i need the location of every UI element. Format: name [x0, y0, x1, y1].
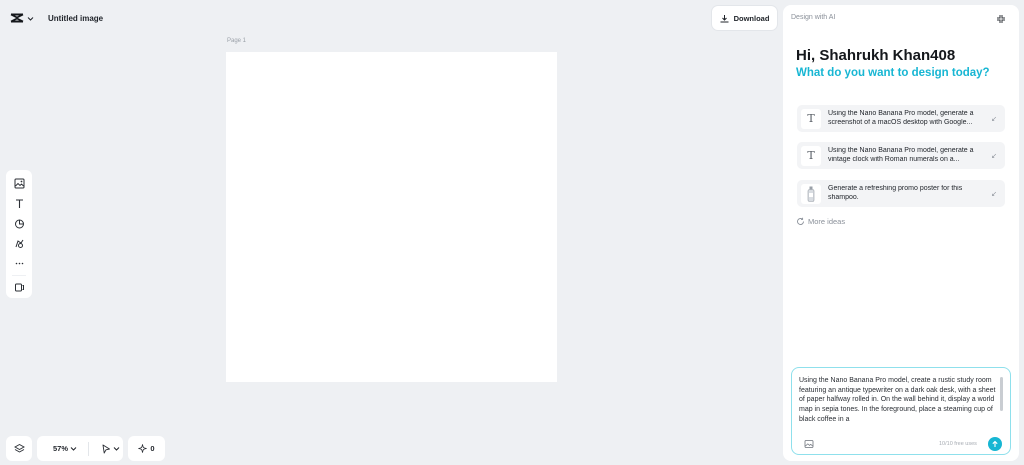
more-ideas-button[interactable]: More ideas	[796, 217, 845, 226]
design-with-ai-panel: Design with AI Hi, Shahrukh Khan408 What…	[783, 5, 1019, 461]
credits-count: 0	[150, 444, 155, 453]
tool-text[interactable]	[9, 194, 29, 213]
arrow-down-left-icon: ↙	[991, 115, 997, 123]
panel-title: Design with AI	[791, 14, 836, 21]
chevron-down-icon	[113, 447, 120, 451]
shampoo-bottle-image	[801, 183, 821, 204]
idea-text: Using the Nano Banana Pro model, generat…	[828, 147, 988, 164]
shapes-tool-icon	[14, 219, 24, 229]
image-tool-icon	[14, 178, 24, 189]
free-uses-counter: 10/10 free uses	[939, 441, 977, 447]
toolbar-divider	[12, 275, 26, 277]
zoom-level: 57%	[53, 444, 69, 453]
more-icon	[15, 262, 23, 264]
app-menu-button[interactable]	[10, 12, 34, 24]
tool-shapes[interactable]	[9, 214, 29, 233]
idea-line: screenshot of a macOS desktop with Googl…	[828, 118, 973, 126]
zoom-divider	[88, 441, 90, 456]
idea-card[interactable]: T Using the Nano Banana Pro model, gener…	[797, 142, 1005, 169]
page-label: Page 1	[227, 38, 247, 44]
arrow-up-icon	[992, 440, 998, 447]
sparkle-icon	[138, 444, 148, 453]
send-button[interactable]	[988, 437, 1002, 451]
tool-templates[interactable]	[9, 278, 29, 297]
download-icon	[720, 14, 729, 22]
capcut-logo-icon	[10, 13, 24, 23]
image-upload-icon	[804, 440, 814, 448]
text-icon: T	[801, 108, 821, 129]
idea-line: Generate a refreshing promo poster for t…	[828, 184, 963, 192]
tool-image[interactable]	[9, 174, 29, 193]
layers-button[interactable]	[6, 436, 32, 461]
idea-card[interactable]: T Using the Nano Banana Pro model, gener…	[797, 105, 1005, 132]
collapse-icon	[997, 15, 1005, 23]
prompt-scrollbar[interactable]	[1000, 377, 1003, 411]
collapse-panel-button[interactable]	[994, 12, 1008, 26]
prompt-input[interactable]: Using the Nano Banana Pro model, create …	[799, 376, 999, 426]
greeting-heading: Hi, Shahrukh Khan408	[796, 47, 956, 64]
text-tool-icon	[15, 199, 23, 209]
top-left-bar: Untitled image	[6, 7, 107, 29]
download-label: Download	[733, 13, 770, 23]
upload-image-button[interactable]	[801, 436, 817, 452]
chevron-down-icon	[27, 16, 34, 21]
tool-elements[interactable]	[9, 234, 29, 253]
zoom-dropdown[interactable]: 57%	[53, 444, 77, 453]
canvas-page[interactable]	[226, 52, 557, 382]
greeting-subtitle: What do you want to design today?	[796, 67, 990, 79]
idea-line: shampoo.	[828, 193, 859, 201]
refresh-icon	[797, 217, 804, 225]
pointer-mode-dropdown[interactable]	[101, 444, 120, 454]
idea-line: Using the Nano Banana Pro model, generat…	[828, 109, 974, 117]
pointer-icon	[102, 444, 110, 453]
layers-icon	[13, 443, 25, 453]
download-button[interactable]: Download	[712, 6, 777, 30]
chevron-down-icon	[70, 447, 77, 451]
text-icon: T	[801, 145, 821, 166]
zoom-controls: 57%	[37, 436, 123, 461]
arrow-down-left-icon: ↙	[991, 190, 997, 198]
idea-text: Generate a refreshing promo poster for t…	[828, 185, 988, 202]
tool-more[interactable]	[9, 253, 29, 272]
idea-line: Using the Nano Banana Pro model, generat…	[828, 146, 974, 154]
document-title[interactable]: Untitled image	[48, 14, 103, 23]
idea-line: vintage clock with Roman numerals on a..…	[828, 155, 960, 163]
more-ideas-label: More ideas	[808, 217, 846, 226]
idea-text: Using the Nano Banana Pro model, generat…	[828, 110, 988, 127]
credits-button[interactable]: 0	[128, 436, 165, 461]
elements-tool-icon	[15, 239, 23, 248]
left-toolbar	[6, 170, 32, 298]
arrow-down-left-icon: ↙	[991, 152, 997, 160]
templates-tool-icon	[14, 283, 24, 292]
idea-card[interactable]: Generate a refreshing promo poster for t…	[797, 180, 1005, 207]
prompt-box: Using the Nano Banana Pro model, create …	[791, 367, 1011, 455]
